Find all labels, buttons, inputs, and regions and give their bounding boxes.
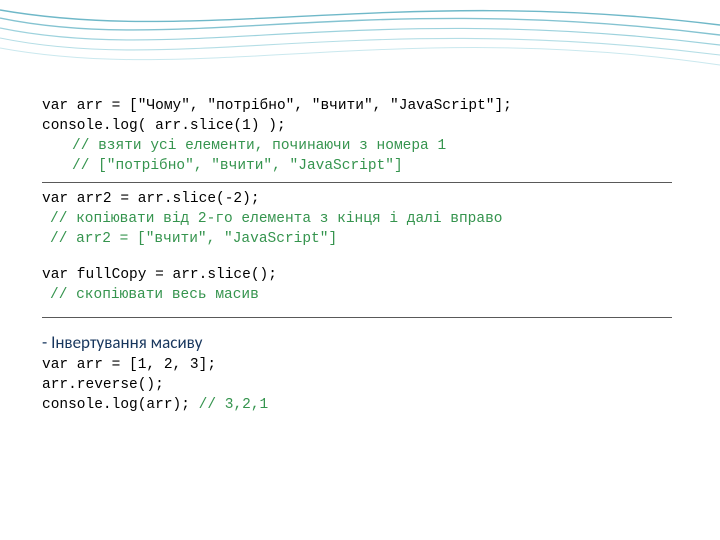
spacer bbox=[42, 307, 682, 311]
code-comment: // копіювати від 2-го елемента з кінця і… bbox=[42, 209, 682, 229]
code-line: var arr2 = arr.slice(-2); bbox=[42, 189, 682, 209]
code-comment: // arr2 = ["вчити", "JavaScript"] bbox=[42, 229, 682, 249]
heading-text: Інвертування масиву bbox=[51, 332, 202, 353]
code-block-2: var arr2 = arr.slice(-2); // копіювати в… bbox=[42, 189, 682, 249]
divider bbox=[42, 317, 672, 318]
dash: - bbox=[42, 332, 51, 353]
code-comment: // скопіювати весь масив bbox=[42, 285, 682, 305]
code-block-1: var arr = ["Чому", "потрібно", "вчити", … bbox=[42, 96, 682, 176]
code-line: console.log( arr.slice(1) ); bbox=[42, 116, 682, 136]
code-comment: // 3,2,1 bbox=[199, 397, 269, 413]
code-comment: // взяти усі елементи, починаючи з номер… bbox=[42, 136, 682, 156]
spacer bbox=[42, 251, 682, 265]
code-line: arr.reverse(); bbox=[42, 375, 682, 395]
section-heading: - Інвертування масиву bbox=[42, 332, 682, 353]
code-line: var arr = [1, 2, 3]; bbox=[42, 355, 682, 375]
divider bbox=[42, 182, 672, 183]
code-text: console.log(arr); bbox=[42, 397, 199, 413]
code-line: var arr = ["Чому", "потрібно", "вчити", … bbox=[42, 96, 682, 116]
code-block-4: var arr = [1, 2, 3]; arr.reverse(); cons… bbox=[42, 355, 682, 415]
decorative-waves bbox=[0, 0, 720, 90]
code-comment: // ["потрібно", "вчити", "JavaScript"] bbox=[42, 156, 682, 176]
code-line: var fullCopy = arr.slice(); bbox=[42, 265, 682, 285]
spacer bbox=[42, 324, 682, 328]
code-block-3: var fullCopy = arr.slice(); // скопіюват… bbox=[42, 265, 682, 305]
code-line: console.log(arr); // 3,2,1 bbox=[42, 395, 682, 415]
slide-content: var arr = ["Чому", "потрібно", "вчити", … bbox=[42, 96, 682, 417]
